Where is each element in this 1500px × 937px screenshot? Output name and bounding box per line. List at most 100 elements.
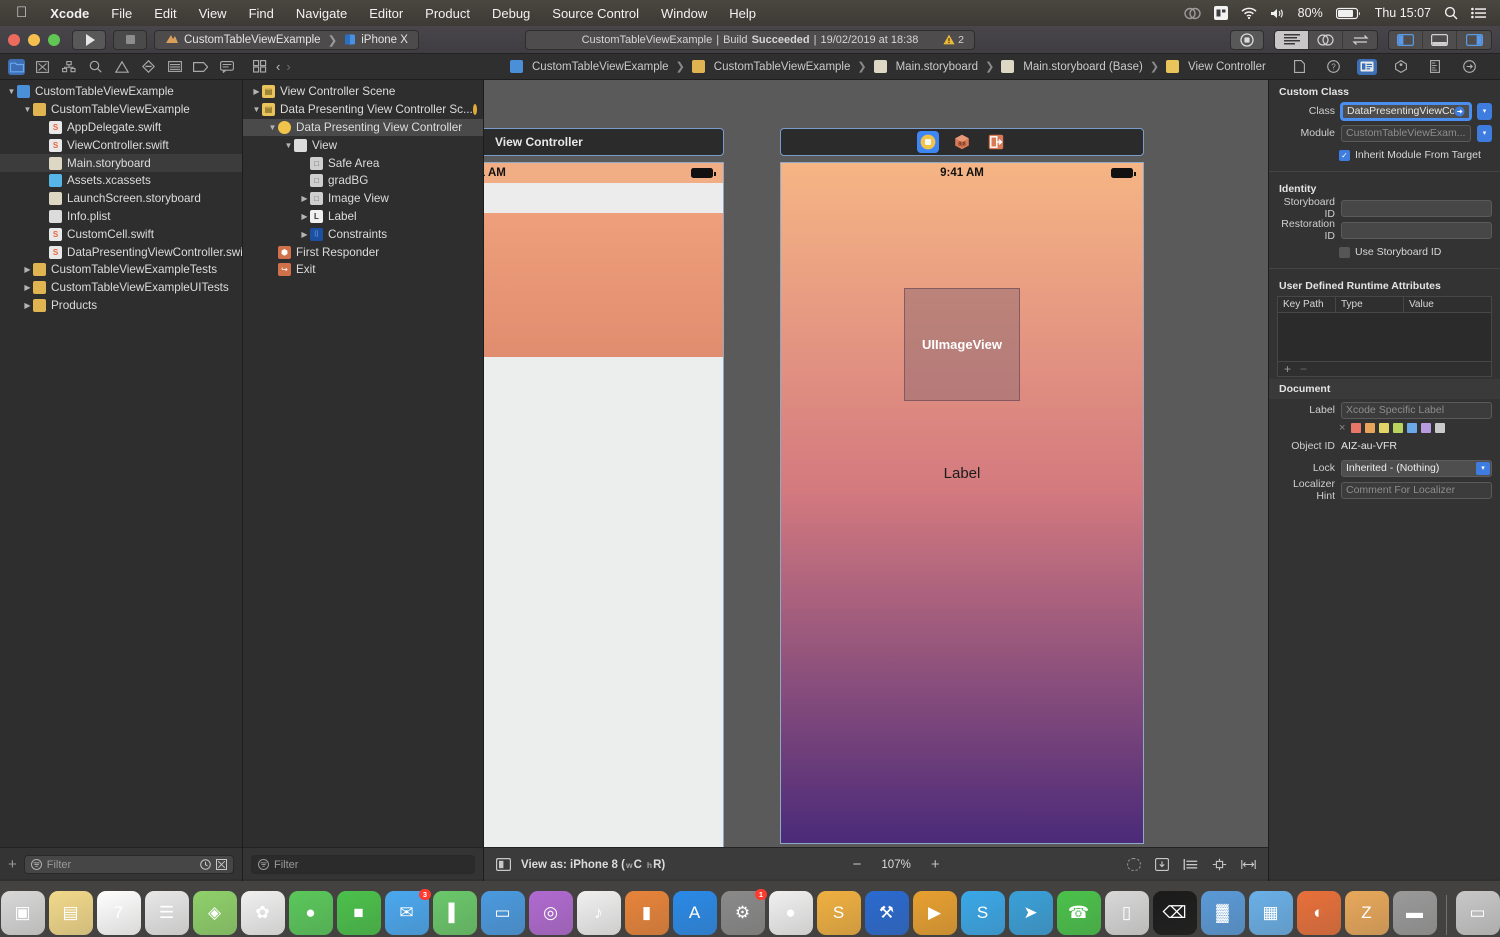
breadcrumb-item-3[interactable]: Main.storyboard (Base) [1023, 61, 1143, 73]
chrome-icon[interactable]: ● [768, 891, 813, 935]
scene-dock[interactable]: 8|8 [780, 128, 1144, 156]
breadcrumb-item-1[interactable]: CustomTableViewExample [714, 61, 851, 73]
scheme-name[interactable]: CustomTableViewExample [184, 34, 321, 46]
color-swatch-yellow[interactable] [1379, 423, 1390, 433]
outline-tree-row[interactable]: ▶ □ Image View [243, 190, 483, 208]
zoom-window-button[interactable] [48, 33, 60, 46]
navigator-filter-input[interactable]: Filter [23, 855, 234, 874]
breadcrumb-item-2[interactable]: Main.storyboard [896, 61, 978, 73]
color-swatch-green[interactable] [1393, 423, 1404, 433]
standard-editor-button[interactable] [1275, 30, 1309, 49]
document-outline-panel[interactable]: ▶ ▤ View Controller Scene ▼ ▤ Data Presenting… [243, 80, 484, 847]
facetime-icon[interactable]: ■ [336, 891, 381, 935]
whatsapp-icon[interactable]: ☎ [1056, 891, 1101, 935]
telegram-icon[interactable]: ➤ [1008, 891, 1053, 935]
notes-icon[interactable]: ▤ [48, 891, 93, 935]
disclosure-triangle-icon[interactable]: ▼ [251, 105, 262, 114]
preview-icon[interactable]: ▦ [1248, 891, 1293, 935]
scene-update-badge-icon[interactable] [472, 104, 477, 116]
file-tree-row[interactable]: Main.storyboard [0, 154, 242, 172]
source-control-filter-icon[interactable] [216, 859, 227, 870]
class-jump-icon[interactable] [1454, 106, 1465, 117]
menu-item-product[interactable]: Product [414, 6, 481, 21]
calendar-icon[interactable]: 7 [96, 891, 141, 935]
disclosure-triangle-icon[interactable]: ▶ [22, 283, 33, 292]
outline-tree-row[interactable]: ▶ ▤ View Controller Scene [243, 83, 483, 101]
documents-stack-icon[interactable]: ▭ [1455, 891, 1500, 935]
stop-button[interactable] [113, 29, 147, 50]
class-dropdown-button[interactable]: ▾ [1477, 102, 1492, 120]
file-tree-row[interactable]: Assets.xcassets [0, 172, 242, 190]
disclosure-triangle-icon[interactable]: ▶ [299, 194, 310, 203]
view-controller-scene[interactable]: View Controller 9:41 AM s bel Table View… [484, 128, 724, 847]
assistant-editor-button[interactable] [1309, 30, 1343, 49]
file-tree-row[interactable]: S ViewController.swift [0, 136, 242, 154]
outline-tree-row[interactable]: ↪ Exit [243, 261, 483, 279]
inherit-module-row[interactable]: ✓ Inherit Module From Target [1269, 144, 1500, 166]
storyboard-id-input[interactable] [1341, 199, 1492, 217]
scheme-selector[interactable]: CustomTableViewExample ❯ iPhone X [154, 29, 419, 50]
music-icon[interactable]: ♪ [576, 891, 621, 935]
project-navigator-tab[interactable] [8, 58, 26, 75]
reminders-icon[interactable]: ☰ [144, 891, 189, 935]
document-label-input[interactable]: Xcode Specific Label [1341, 401, 1492, 419]
zeplin-icon[interactable]: Z [1344, 891, 1389, 935]
apple-logo-icon[interactable]:  [10, 4, 39, 23]
file-tree-row[interactable]: ▶ CustomTableViewExampleTests [0, 261, 242, 279]
activity-monitor-icon[interactable]: ▓ [1200, 891, 1245, 935]
disclosure-triangle-icon[interactable]: ▼ [22, 105, 33, 114]
downloads-stack-icon[interactable]: ▬ [1392, 891, 1437, 935]
spotlight-search-icon[interactable] [1444, 6, 1458, 20]
outline-tree-row[interactable]: ▶ L Label [243, 208, 483, 226]
runtime-attributes-body[interactable] [1278, 313, 1491, 361]
outline-tree-row[interactable]: ▼ ▤ Data Presenting View Controller Sc... [243, 101, 483, 119]
view-controller-icon[interactable] [917, 131, 939, 153]
localizer-hint-input[interactable]: Comment For Localizer [1341, 481, 1492, 499]
simulator-icon[interactable]: ▯ [1104, 891, 1149, 935]
related-items-icon[interactable] [250, 59, 270, 75]
debug-toggle[interactable] [1423, 30, 1457, 49]
close-window-button[interactable] [8, 33, 20, 46]
terminal-icon[interactable]: ⌫ [1152, 891, 1197, 935]
source-control-navigator-tab[interactable] [34, 59, 51, 75]
messages-icon[interactable]: ● [288, 891, 333, 935]
zoom-level[interactable]: 107% [881, 859, 910, 871]
align-icon[interactable] [1127, 858, 1141, 871]
label-element[interactable]: Label [781, 465, 1143, 482]
disclosure-triangle-icon[interactable]: ▼ [6, 87, 17, 96]
color-swatch-gray[interactable] [1435, 423, 1446, 433]
keynote-icon[interactable]: ▭ [480, 891, 525, 935]
quick-help-inspector-tab[interactable]: ? [1323, 59, 1343, 75]
data-presenting-phone-preview[interactable]: 9:41 AM UIImageView Label [780, 162, 1144, 844]
navigator-toggle[interactable] [1389, 30, 1423, 49]
menu-item-navigate[interactable]: Navigate [285, 6, 358, 21]
volume-icon[interactable] [1270, 7, 1285, 20]
minimize-window-button[interactable] [28, 33, 40, 46]
identity-inspector-panel[interactable]: Custom Class Class DataPresentingViewCon… [1268, 80, 1500, 881]
remove-attribute-button[interactable]: − [1300, 362, 1307, 376]
zoom-out-button[interactable]: − [853, 856, 862, 873]
menu-item-help[interactable]: Help [718, 6, 767, 21]
issue-navigator-tab[interactable] [113, 59, 130, 75]
file-tree-row[interactable]: ▶ CustomTableViewExampleUITests [0, 279, 242, 297]
file-tree-row[interactable]: ▼ CustomTableViewExample [0, 101, 242, 119]
status-badge[interactable]: 2 [943, 34, 964, 46]
destination-name[interactable]: iPhone X [361, 34, 408, 46]
dropbox-icon[interactable] [1213, 6, 1228, 20]
file-tree-row[interactable]: LaunchScreen.storyboard [0, 190, 242, 208]
view-controller-phone-preview[interactable]: 9:41 AM s bel Table View rototype Conten… [484, 162, 724, 847]
image-view-element[interactable]: UIImageView [904, 288, 1020, 401]
symbol-navigator-tab[interactable] [61, 59, 78, 75]
use-storyboard-id-checkbox[interactable] [1339, 246, 1350, 258]
menu-item-view[interactable]: View [188, 6, 238, 21]
runtime-attributes-table[interactable]: Key Path Type Value + − [1277, 296, 1492, 377]
wifi-icon[interactable] [1241, 7, 1257, 19]
embed-icon[interactable] [1183, 858, 1198, 871]
maps-icon[interactable]: ◈ [192, 891, 237, 935]
exit-icon[interactable] [985, 131, 1007, 153]
report-navigator-tab[interactable] [219, 59, 236, 75]
resize-icon[interactable] [1241, 858, 1256, 871]
breadcrumb-item-4[interactable]: View Controller Scene [1188, 61, 1268, 73]
run-button[interactable] [72, 29, 106, 50]
menu-item-edit[interactable]: Edit [143, 6, 187, 21]
